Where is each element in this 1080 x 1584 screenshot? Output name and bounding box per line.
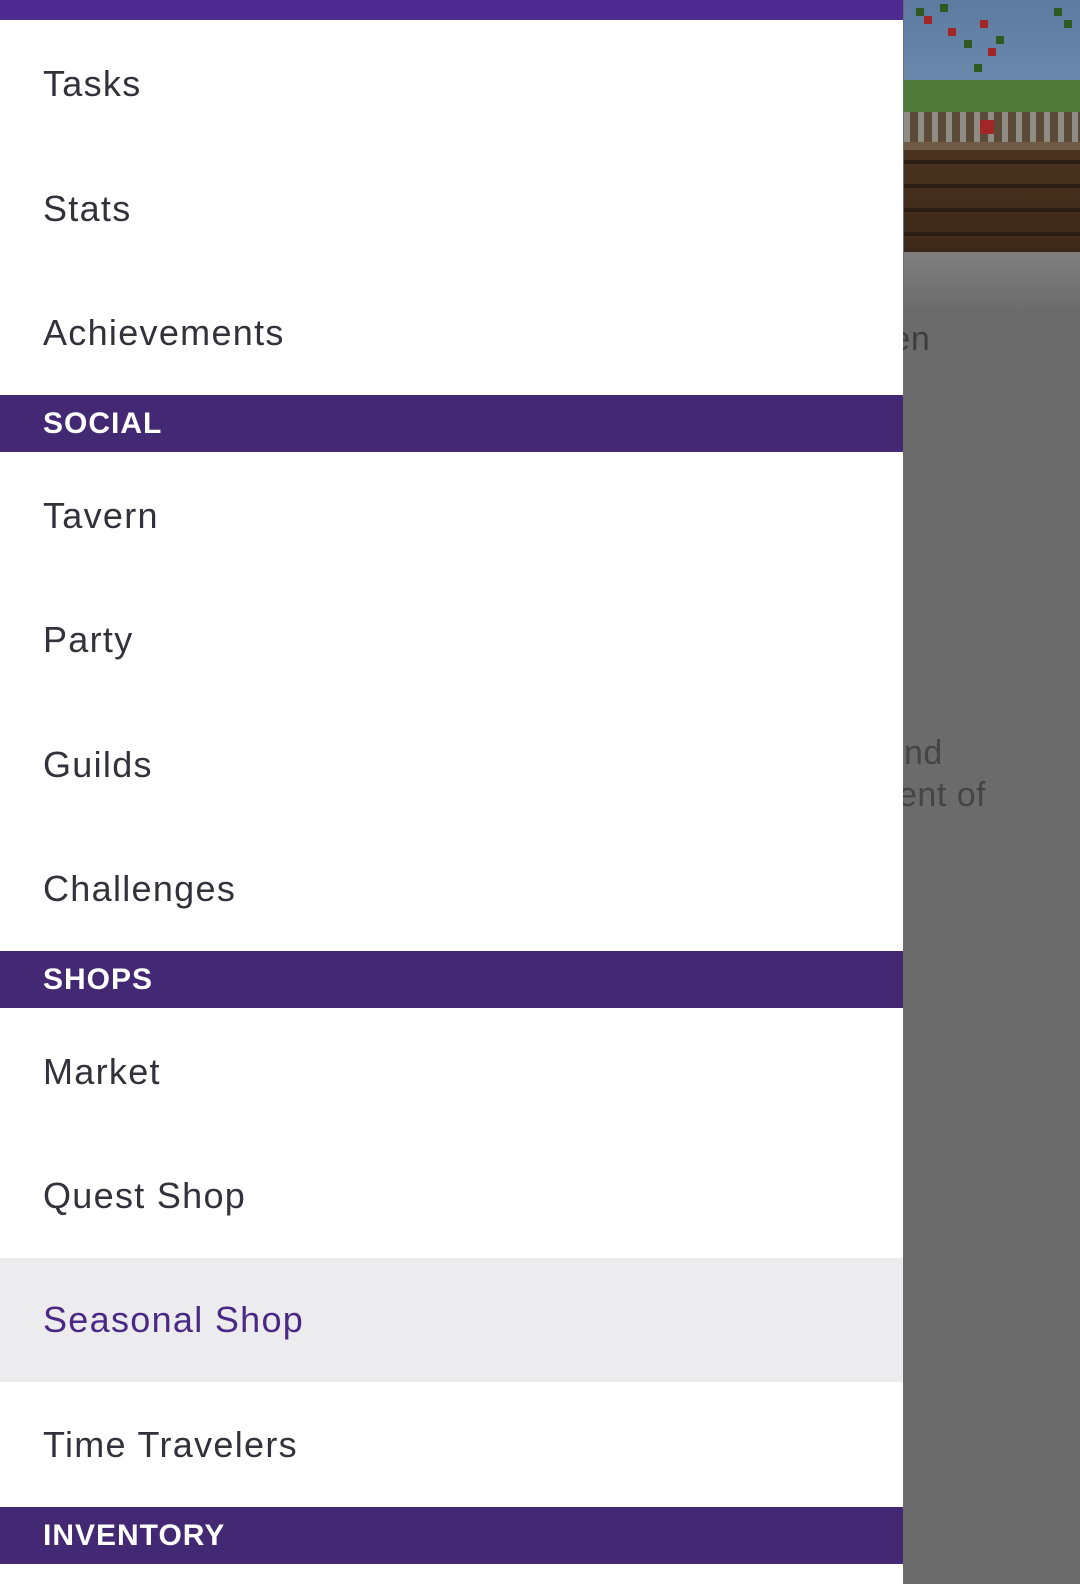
nav-item-guilds[interactable]: Guilds (0, 703, 903, 827)
nav-item-tasks[interactable]: Tasks (0, 22, 903, 146)
nav-item-challenges[interactable]: Challenges (0, 827, 903, 951)
nav-item-achievements[interactable]: Achievements (0, 271, 903, 395)
nav-item-quest-shop[interactable]: Quest Shop (0, 1134, 903, 1258)
section-header-social: SOCIAL (0, 395, 903, 452)
section-header-inventory: INVENTORY (0, 1507, 903, 1564)
nav-item-tavern[interactable]: Tavern (0, 454, 903, 578)
drawer-top-accent-bar (0, 0, 903, 20)
background-partial-text: ent of (898, 776, 987, 814)
background-header-shadow (904, 252, 1080, 312)
nav-item-stats[interactable]: Stats (0, 147, 903, 271)
section-header-shops: SHOPS (0, 951, 903, 1008)
nav-item-time-travelers[interactable]: Time Travelers (0, 1383, 903, 1507)
nav-item-seasonal-shop[interactable]: Seasonal Shop (0, 1258, 903, 1382)
background-partial-text: nd (904, 734, 943, 772)
nav-item-market[interactable]: Market (0, 1010, 903, 1134)
navigation-drawer: Tasks Stats Achievements SOCIAL Tavern P… (0, 0, 903, 1584)
background-header-scene-image (904, 0, 1080, 252)
nav-item-party[interactable]: Party (0, 578, 903, 702)
